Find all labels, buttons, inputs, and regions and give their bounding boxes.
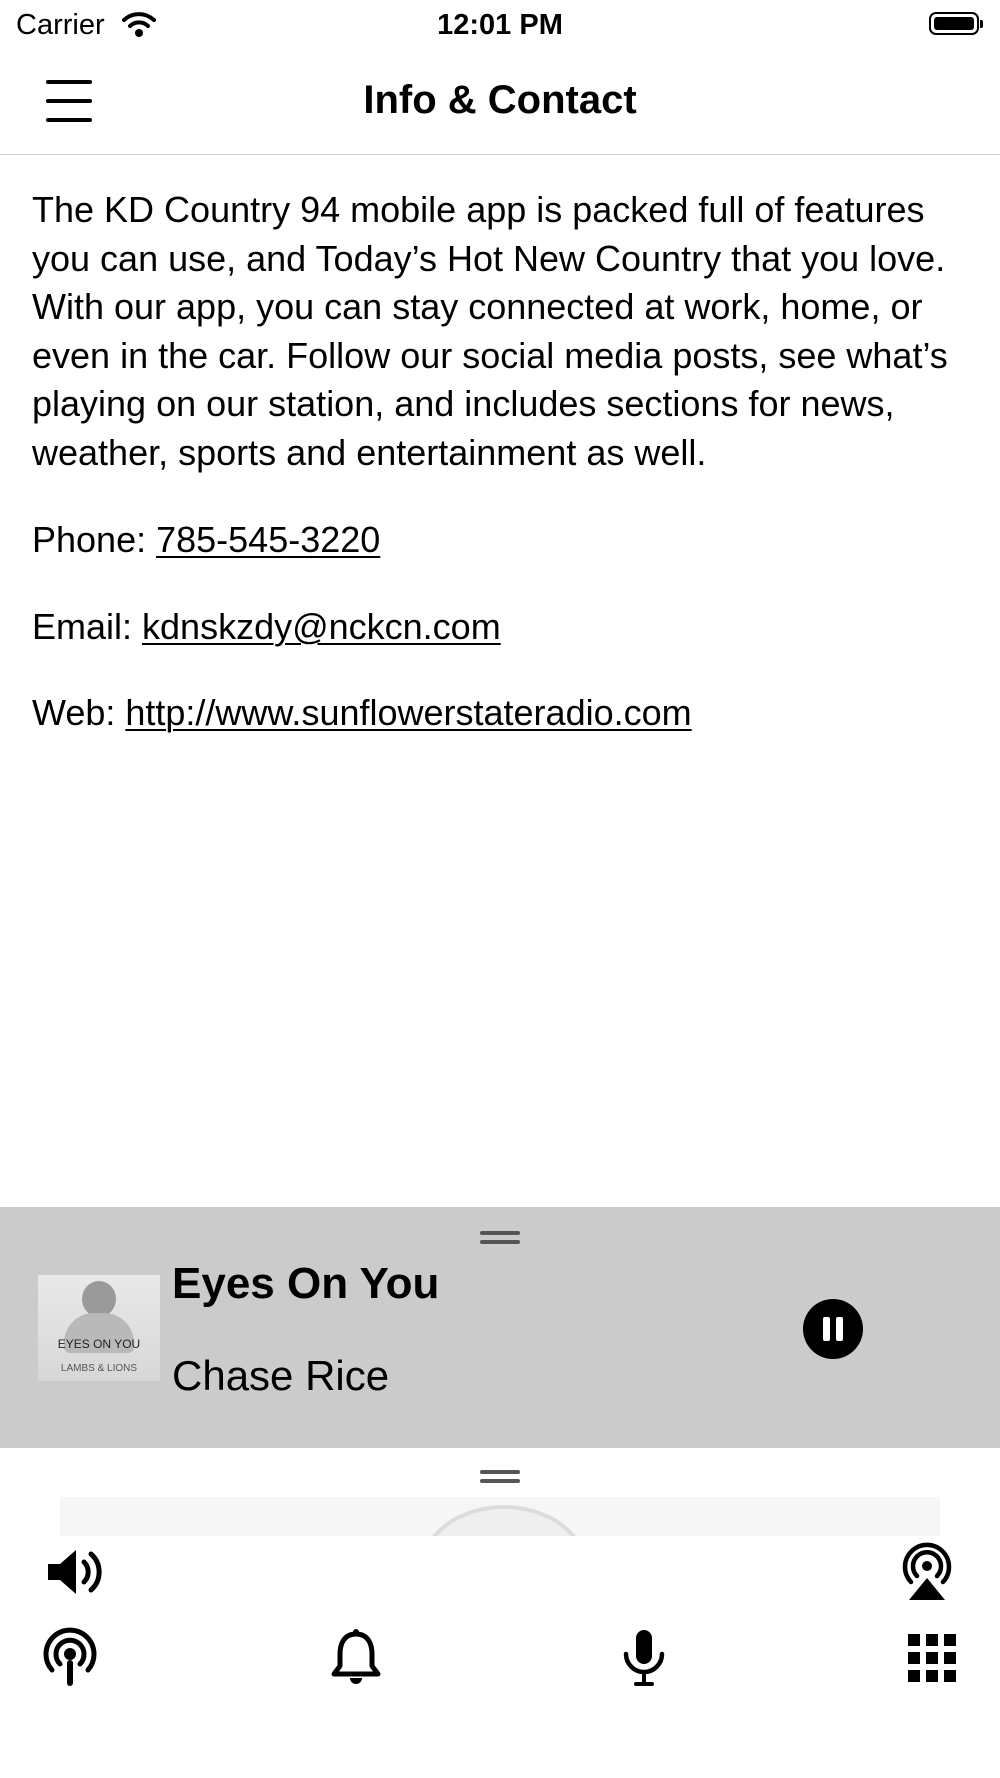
artist-name: Chase Rice — [172, 1352, 390, 1399]
song-title: Eyes On You — [172, 1259, 440, 1308]
pause-button[interactable] — [803, 1299, 863, 1359]
web-link[interactable]: http://www.sunflowerstateradio.com — [125, 692, 691, 733]
bell-icon[interactable] — [324, 1626, 388, 1690]
expanded-artwork-preview — [60, 1497, 940, 1536]
microphone-icon[interactable] — [612, 1626, 676, 1690]
email-link[interactable]: kdnskzdy@nckcn.com — [142, 606, 501, 647]
navigation-bar: Info & Contact — [0, 50, 1000, 155]
info-content: The KD Country 94 mobile app is packed f… — [32, 186, 972, 776]
album-artwork: EYES ON YOU LAMBS & LIONS — [38, 1275, 160, 1381]
phone-label: Phone: — [32, 519, 157, 560]
grid-menu-icon[interactable] — [900, 1626, 964, 1690]
clock-time: 12:01 PM — [437, 9, 563, 41]
artwork-album-text: LAMBS & LIONS — [60, 1363, 138, 1374]
phone-row: Phone: 785-545-3220 — [32, 516, 972, 565]
expand-player-handle-icon[interactable] — [480, 1470, 520, 1484]
web-label: Web: — [32, 692, 126, 733]
radio-stream-icon[interactable] — [38, 1626, 102, 1690]
volume-icon[interactable] — [42, 1540, 106, 1604]
email-row: Email: kdnskzdy@nckcn.com — [32, 603, 972, 652]
page-title: Info & Contact — [363, 78, 637, 122]
app-description: The KD Country 94 mobile app is packed f… — [32, 189, 948, 473]
battery-icon — [929, 12, 983, 35]
pause-icon — [823, 1317, 830, 1341]
artwork-title-text: EYES ON YOU — [57, 1337, 141, 1351]
status-bar: Carrier 12:01 PM — [0, 0, 1000, 50]
mini-player[interactable]: EYES ON YOU LAMBS & LIONS Eyes On You Ch… — [0, 1207, 1000, 1448]
email-label: Email: — [32, 605, 143, 647]
drag-handle-icon[interactable] — [480, 1231, 520, 1245]
phone-link[interactable]: 785-545-3220 — [156, 519, 380, 560]
web-row: Web: http://www.sunflowerstateradio.com — [32, 689, 972, 738]
airplay-icon[interactable] — [895, 1538, 959, 1602]
